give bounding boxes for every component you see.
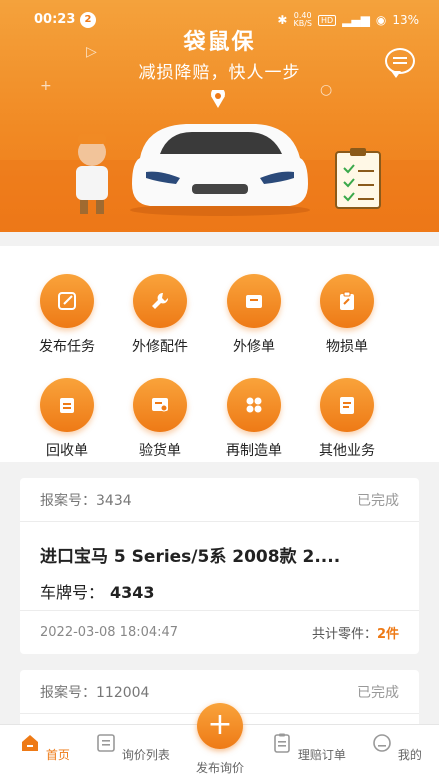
- order-card[interactable]: 报案号：3434 已完成 进口宝马 5 Series/5系 2008款 2...…: [20, 478, 419, 654]
- inspect-icon: [152, 398, 168, 412]
- hero-banner: 00:23 2 ✱ 0.40 KB/S HD ▂▄▆ ◉ 13% 袋鼠保 减损降赔…: [0, 0, 439, 232]
- menu-item-label: 发布任务: [39, 339, 95, 355]
- tab-inquiry-list[interactable]: 询价列表: [92, 731, 172, 763]
- order-footer: 2022-03-08 18:04:47 共计零件：2件: [20, 610, 419, 654]
- document-icon: [340, 397, 354, 414]
- menu-item-remanufacture-order[interactable]: 再制造单: [204, 378, 304, 460]
- tab-label: 我的: [397, 748, 422, 762]
- order-time: 2022-03-08 18:04:47: [40, 625, 179, 640]
- tab-label: 首页: [45, 748, 70, 762]
- tab-home[interactable]: 首页: [4, 731, 84, 763]
- plate-number: 车牌号： 4343: [40, 583, 155, 602]
- grid-icon: [246, 397, 262, 413]
- menu-item-other-business[interactable]: 其他业务: [297, 378, 397, 460]
- case-number: 报案号：3434: [40, 492, 132, 509]
- tab-mine[interactable]: 我的: [356, 731, 436, 763]
- order-status: 已完成: [357, 492, 399, 509]
- menu-item-label: 外修单: [233, 339, 275, 355]
- car-model: 进口宝马 5 Series/5系 2008款 2....: [40, 547, 341, 567]
- case-number: 报案号：112004: [40, 684, 150, 701]
- home-icon: [22, 735, 39, 751]
- plus-icon: +: [207, 707, 233, 742]
- bottom-tab-bar: 首页 询价列表 发布询价 + 理赔订单 我的: [0, 703, 439, 780]
- profile-icon: [373, 734, 391, 752]
- wrench-icon: [152, 292, 169, 309]
- function-menu: 发布任务 外修配件 外修单 物损单 回收单 验货单 再制造单 其他业务: [0, 246, 439, 462]
- menu-item-label: 再制造单: [226, 443, 282, 459]
- order-status: 已完成: [357, 684, 399, 701]
- tab-label: 理赔订单: [297, 748, 346, 762]
- car-illustration: [0, 90, 439, 230]
- list-icon: [97, 734, 115, 752]
- menu-item-label: 外修配件: [132, 339, 188, 355]
- menu-item-label: 验货单: [139, 443, 181, 459]
- tab-label: 询价列表: [121, 748, 170, 762]
- order-icon: [274, 733, 290, 753]
- menu-item-label: 其他业务: [319, 443, 375, 459]
- tab-claim-orders[interactable]: 理赔订单: [268, 731, 348, 763]
- menu-item-publish-task[interactable]: 发布任务: [17, 274, 117, 356]
- menu-item-repair-order[interactable]: 外修单: [204, 274, 304, 356]
- clipboard-icon: [340, 291, 354, 310]
- edit-icon: [58, 292, 76, 310]
- publish-inquiry-button[interactable]: +: [197, 703, 243, 749]
- calendar-icon: [60, 398, 74, 413]
- menu-item-inspection-order[interactable]: 验货单: [110, 378, 210, 460]
- tab-label: 发布询价: [195, 761, 244, 775]
- menu-item-recycle-order[interactable]: 回收单: [17, 378, 117, 460]
- menu-item-label: 物损单: [326, 339, 368, 355]
- menu-item-parts[interactable]: 外修配件: [110, 274, 210, 356]
- menu-item-label: 回收单: [46, 443, 88, 459]
- parts-total: 共计零件：2件: [311, 627, 399, 642]
- order-header: 报案号：3434 已完成: [20, 478, 419, 522]
- menu-item-damage-order[interactable]: 物损单: [297, 274, 397, 356]
- triangle-deco-icon: ▷: [86, 44, 97, 60]
- message-icon[interactable]: [385, 48, 415, 78]
- folder-icon: [246, 295, 262, 308]
- app-title: 袋鼠保: [183, 30, 256, 55]
- app-slogan: 减损降赔，快人一步: [138, 63, 301, 83]
